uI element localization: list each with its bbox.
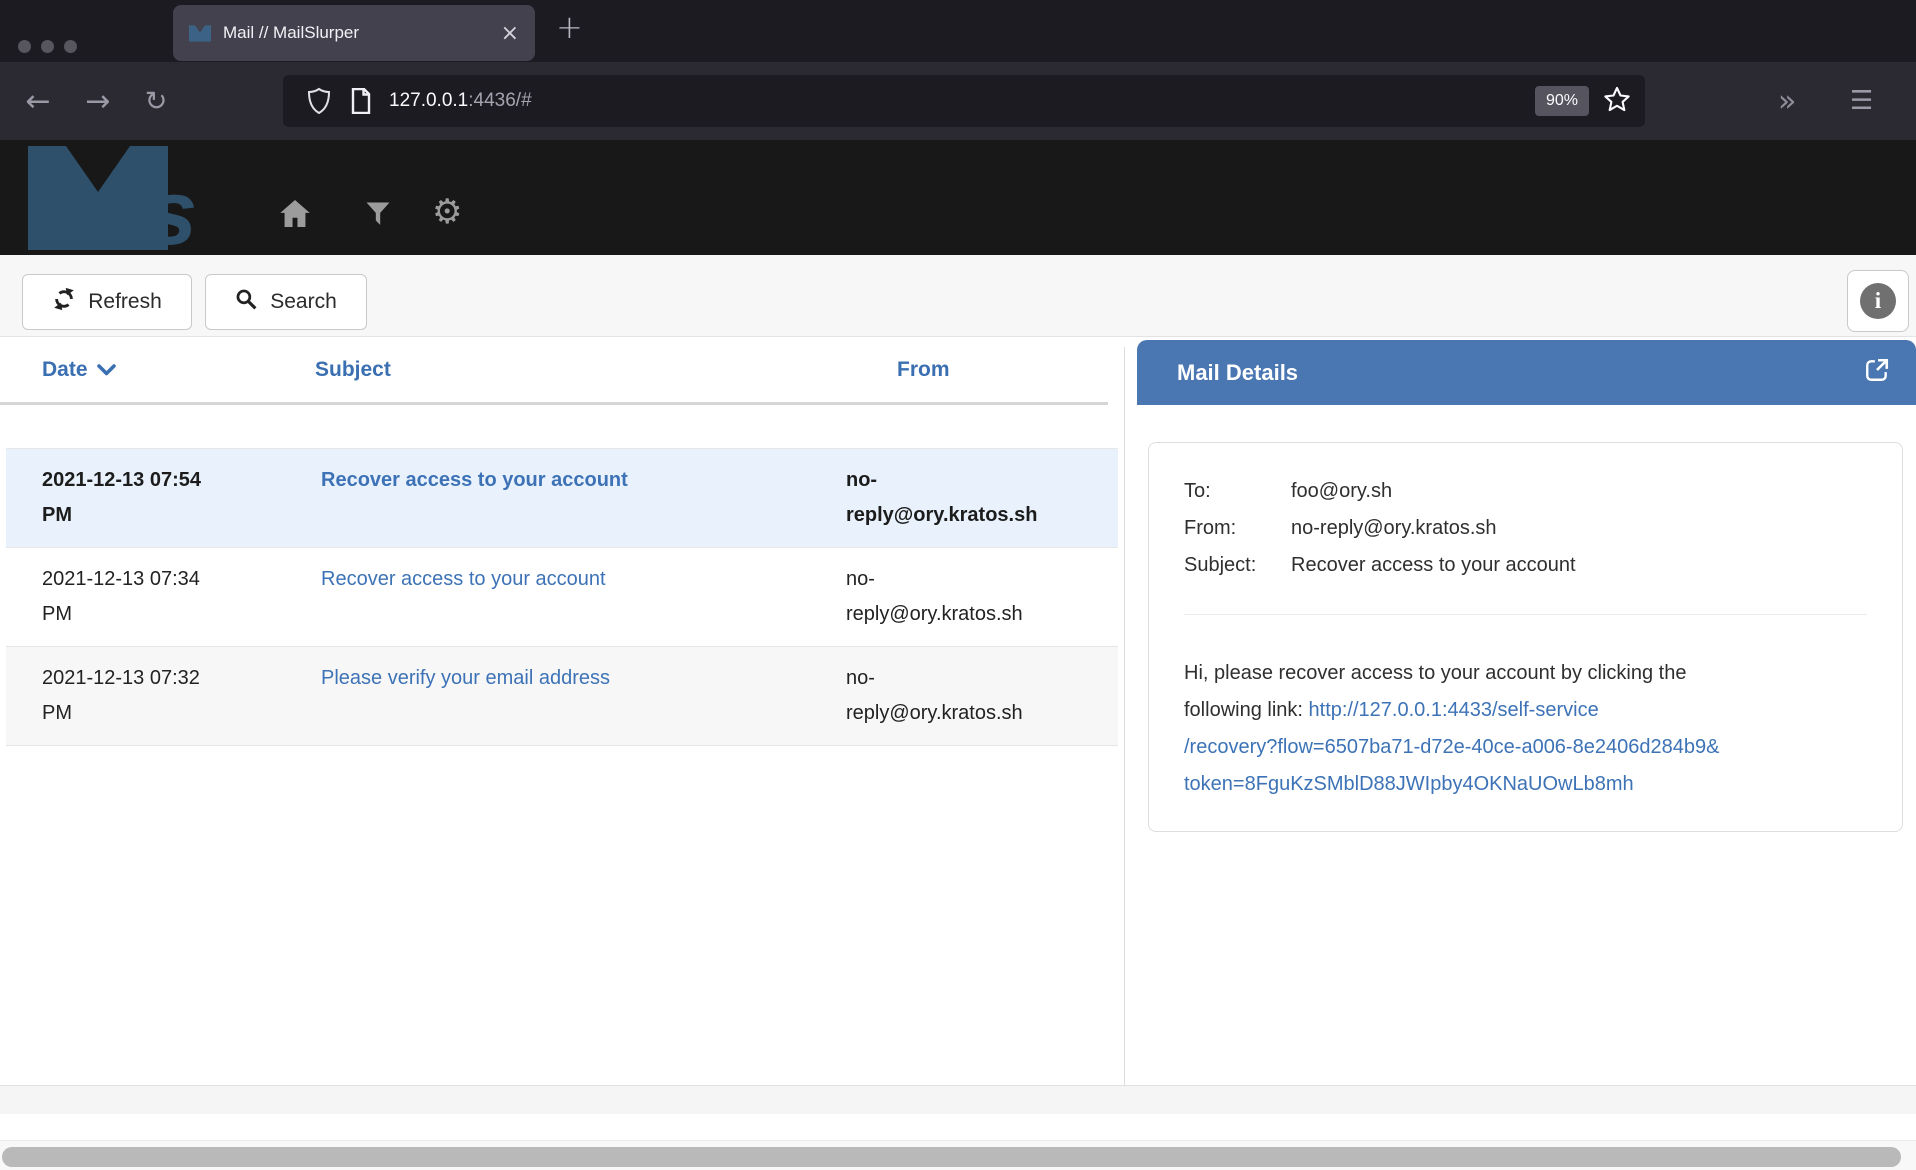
horizontal-scrollbar-track[interactable]	[0, 1140, 1916, 1170]
bookmark-star-icon[interactable]	[1603, 85, 1631, 118]
search-button-label: Search	[270, 290, 337, 314]
hamburger-menu-icon[interactable]: ☰	[1850, 62, 1873, 140]
scrollbar-gutter	[0, 1114, 1916, 1140]
browser-toolbar: ← → ↻ 127.0.0.1:4436/# 90% » ☰	[0, 62, 1916, 140]
from-value: no-reply@ory.kratos.sh	[1291, 510, 1497, 547]
url-host: 127.0.0.1	[389, 90, 468, 111]
body-text: Hi, please recover access to your accoun…	[1184, 662, 1686, 684]
browser-tab-bar: Mail // MailSlurper × +	[0, 0, 1916, 62]
recovery-link-line: http://127.0.0.1:4433/self-service	[1309, 699, 1599, 721]
from-label: From:	[1184, 510, 1291, 547]
mail-details-title: Mail Details	[1177, 360, 1864, 386]
subject-header-label: Subject	[315, 358, 391, 381]
date-header-label: Date	[42, 358, 88, 382]
field-subject: Subject: Recover access to your account	[1184, 547, 1867, 584]
subject-label: Subject:	[1184, 547, 1291, 584]
page-background-strip	[0, 1086, 1916, 1114]
mail-subject-link[interactable]: Please verify your email address	[321, 667, 610, 689]
address-bar[interactable]: 127.0.0.1:4436/# 90%	[283, 75, 1645, 127]
search-icon	[235, 288, 258, 317]
back-icon[interactable]: ←	[14, 62, 62, 140]
zoom-level-badge[interactable]: 90%	[1535, 86, 1589, 116]
url-path: :4436/#	[468, 90, 531, 111]
page-info-icon[interactable]	[351, 88, 371, 114]
mail-list-pane: Date Subject From 2021-12-13 07:54 PM Re…	[0, 337, 1118, 1086]
refresh-icon	[52, 287, 76, 317]
mail-subject-link[interactable]: Recover access to your account	[321, 568, 606, 590]
column-header-date[interactable]: Date	[0, 358, 315, 382]
horizontal-scrollbar-thumb[interactable]	[2, 1147, 1901, 1167]
screen: Mail // MailSlurper × + ← → ↻ 127.0.0.1:…	[0, 0, 1916, 1170]
open-external-icon[interactable]	[1864, 357, 1890, 388]
mail-from: no-reply@ory.kratos.sh	[846, 463, 1051, 533]
mail-date: 2021-12-13 07:32 PM	[42, 661, 227, 731]
info-button[interactable]: i	[1847, 270, 1909, 332]
search-button[interactable]: Search	[205, 274, 367, 330]
sort-descending-chevron-icon	[97, 358, 116, 382]
refresh-button[interactable]: Refresh	[22, 274, 192, 330]
to-label: To:	[1184, 473, 1291, 510]
mail-from: no-reply@ory.kratos.sh	[846, 661, 1051, 731]
refresh-button-label: Refresh	[88, 290, 162, 314]
mailslurper-logo: s	[28, 146, 238, 255]
from-header-label: From	[897, 358, 950, 381]
pane-divider	[1124, 347, 1125, 1123]
details-divider	[1184, 614, 1867, 615]
mail-row[interactable]: 2021-12-13 07:54 PM Recover access to yo…	[6, 449, 1118, 548]
mail-subject-link[interactable]: Recover access to your account	[321, 469, 628, 491]
mail-row[interactable]: 2021-12-13 07:34 PM Recover access to yo…	[6, 548, 1118, 647]
home-icon[interactable]	[280, 200, 310, 227]
main-content: Date Subject From 2021-12-13 07:54 PM Re…	[0, 337, 1916, 1086]
body-text: following link:	[1184, 699, 1309, 721]
reload-icon[interactable]: ↻	[132, 62, 180, 140]
window-dot[interactable]	[18, 40, 31, 53]
column-header-subject[interactable]: Subject	[315, 358, 840, 382]
tab-close-icon[interactable]: ×	[501, 21, 519, 46]
overflow-menu-icon[interactable]: »	[1778, 62, 1796, 140]
subject-value: Recover access to your account	[1291, 547, 1576, 584]
mail-rows: 2021-12-13 07:54 PM Recover access to yo…	[6, 448, 1118, 746]
mail-details-header: Mail Details	[1137, 340, 1916, 405]
mail-list-header-row: Date Subject From	[0, 337, 1108, 405]
logo-letter-s: s	[146, 162, 197, 250]
app-header: s ⚙	[0, 140, 1916, 255]
tab-title: Mail // MailSlurper	[223, 23, 493, 43]
info-icon: i	[1860, 283, 1896, 319]
to-value: foo@ory.sh	[1291, 473, 1392, 510]
mail-from: no-reply@ory.kratos.sh	[846, 562, 1051, 632]
window-dot[interactable]	[64, 40, 77, 53]
mail-row[interactable]: 2021-12-13 07:32 PM Please verify your e…	[6, 647, 1118, 746]
new-tab-button[interactable]: +	[556, 8, 583, 46]
recovery-link-line: /recovery?flow=6507ba71-d72e-40ce-a006-8…	[1184, 729, 1884, 766]
window-dot[interactable]	[41, 40, 54, 53]
url-text: 127.0.0.1:4436/#	[389, 90, 1535, 112]
forward-icon[interactable]: →	[74, 62, 122, 140]
mail-date: 2021-12-13 07:54 PM	[42, 463, 227, 533]
recovery-link-line: token=8FguKzSMblD88JWIpby4OKNaUOwLb8mh	[1184, 766, 1884, 803]
mail-details-pane: Mail Details To: foo@ory.sh From: no-re	[1137, 340, 1916, 1086]
window-controls[interactable]	[18, 40, 77, 53]
settings-gear-icon[interactable]: ⚙	[432, 192, 462, 232]
mail-details-card: To: foo@ory.sh From: no-reply@ory.kratos…	[1148, 442, 1903, 832]
mail-date: 2021-12-13 07:34 PM	[42, 562, 227, 632]
filter-icon[interactable]	[366, 202, 390, 226]
field-to: To: foo@ory.sh	[1184, 473, 1867, 510]
mail-body: Hi, please recover access to your accoun…	[1184, 655, 1884, 803]
field-from: From: no-reply@ory.kratos.sh	[1184, 510, 1867, 547]
shield-icon[interactable]	[307, 87, 331, 115]
action-bar: Refresh Search i	[0, 255, 1916, 337]
mailslurper-favicon	[189, 25, 211, 42]
column-header-from[interactable]: From	[840, 358, 1108, 382]
browser-tab[interactable]: Mail // MailSlurper ×	[173, 5, 535, 61]
